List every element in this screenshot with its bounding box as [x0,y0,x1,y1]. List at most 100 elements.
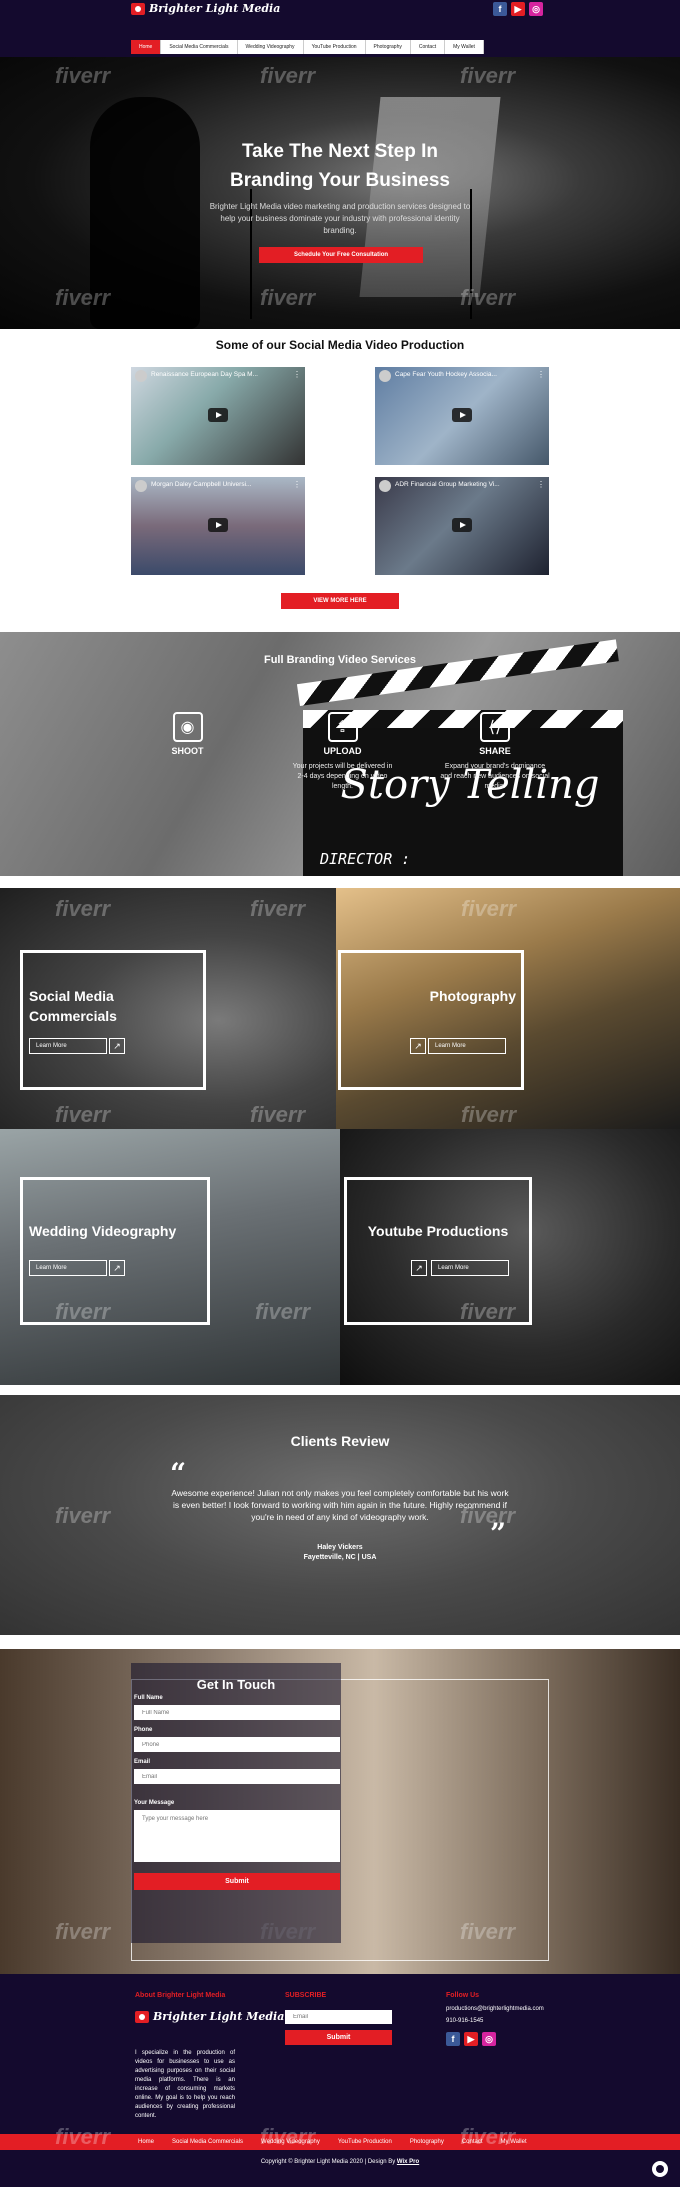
footer-email[interactable]: productions@brighterlightmedia.com [446,2006,544,2012]
reviewer-name-text: Haley Vickers [317,1544,363,1551]
instagram-icon[interactable]: ◎ [529,2,543,16]
message-textarea[interactable] [134,1810,340,1862]
footer-nav-home[interactable]: Home [138,2134,154,2150]
footer-social-links: f ▶ ◎ [446,2032,496,2046]
arrow-icon[interactable]: ↗ [411,1260,427,1276]
nav-photography[interactable]: Photography [366,40,411,54]
brand-name: Brighter Light Media [149,2,281,15]
nav-my-wallet[interactable]: My Wallet [445,40,484,54]
nav-wedding-videography[interactable]: Wedding Videography [238,40,304,54]
footer-nav-wedding-videography[interactable]: Wedding Videography [261,2134,320,2150]
tile-frame [338,950,524,1090]
hero-title-line: Branding Your Business [230,170,450,191]
phone-input[interactable] [134,1737,340,1752]
footer-nav-contact[interactable]: Contact [462,2134,483,2150]
services-title: Full Branding Video Services [263,654,416,666]
schedule-consultation-button[interactable]: Schedule Your Free Consultation [259,247,423,263]
review-text: Awesome experience! Julian not only make… [171,1488,509,1522]
learn-more-button[interactable]: Learn More [29,1260,107,1276]
nav-youtube-production[interactable]: YouTube Production [304,40,366,54]
video-embed[interactable]: Renaissance European Day Spa M... ⋮ [131,367,305,465]
service-shoot: ◉ SHOOT [150,712,225,756]
watermark: fiverr [260,285,316,310]
play-icon[interactable] [452,518,472,532]
subscribe-email-input[interactable] [285,2010,392,2024]
footer-phone[interactable]: 910-916-1545 [446,2018,483,2024]
subscribe-submit-button[interactable]: Submit [285,2030,392,2045]
learn-more-button[interactable]: Learn More [29,1038,107,1054]
hero-title-line: Take The Next Step In [241,141,439,162]
watermark: fiverr [260,63,316,88]
instagram-icon[interactable]: ◎ [482,2032,496,2046]
brand-logo[interactable]: Brighter Light Media [131,2,280,15]
view-more-button[interactable]: VIEW MORE HERE [281,593,399,609]
more-options-icon[interactable]: ⋮ [537,480,545,489]
copyright-text: Copyright © Brighter Light Media 2020 | … [260,2159,396,2165]
upload-icon: ⇪ [327,712,358,742]
more-options-icon[interactable]: ⋮ [293,370,301,379]
brand-name: Brighter Light Media [153,2010,285,2023]
more-options-icon[interactable]: ⋮ [537,370,545,379]
service-name: UPLOAD [323,746,362,756]
review-title: Clients Review [290,1433,390,1449]
services-section: Story Telling DIRECTOR : Full Branding V… [0,632,680,876]
learn-more-button[interactable]: Learn More [431,1260,509,1276]
message-label: Your Message [134,1800,175,1806]
service-tile-social-media[interactable]: fiverr fiverr fiverr fiverr Social Media… [0,888,336,1129]
footer-nav-social-media-commercials[interactable]: Social Media Commercials [172,2134,243,2150]
arrow-icon[interactable]: ↗ [410,1038,426,1054]
film-camera-icon: ◉ [172,712,203,742]
hero-title: Take The Next Step In Branding Your Busi… [200,137,480,195]
video-embed[interactable]: ADR Financial Group Marketing Vi... ⋮ [375,477,549,575]
video-title: Renaissance European Day Spa M... [151,371,258,378]
client-review-section: fiverr fiverr Clients Review “ Awesome e… [0,1395,680,1635]
footer-nav-photography[interactable]: Photography [410,2134,444,2150]
video-embed[interactable]: Morgan Daley Campbell Universi... ⋮ [131,477,305,575]
nav-home[interactable]: Home [131,40,162,54]
service-share: ⟨⟩ SHARE Expand your brand's dominance a… [440,712,550,792]
arrow-icon[interactable]: ↗ [109,1038,125,1054]
service-description: Expand your brand's dominance and reach … [440,763,550,790]
youtube-icon[interactable]: ▶ [511,2,525,16]
tile-title: Social Media Commercials [29,988,117,1024]
youtube-icon[interactable]: ▶ [464,2032,478,2046]
footer-nav-youtube-production[interactable]: YouTube Production [338,2134,392,2150]
clapperboard-director-label: DIRECTOR : [320,850,411,868]
watermark: fiverr [55,896,111,921]
facebook-icon[interactable]: f [493,2,507,16]
video-title: Cape Fear Youth Hockey Associa... [395,371,497,378]
email-label: Email [134,1759,151,1765]
footer-nav-my-wallet[interactable]: My Wallet [501,2134,527,2150]
footer-brand-logo[interactable]: Brighter Light Media [135,2010,284,2023]
videos-title: Some of our Social Media Video Productio… [215,338,465,352]
play-icon[interactable] [208,408,228,422]
service-tile-youtube[interactable]: fiverr Youtube Productions ↗ Learn More [340,1129,680,1385]
footer-nav: Home Social Media Commercials Wedding Vi… [0,2134,680,2150]
contact-section: fiverr fiverr fiverr Get In Touch Full N… [0,1649,680,1974]
designer-link[interactable]: Wix Pro [397,2159,419,2165]
play-icon[interactable] [208,518,228,532]
learn-more-button[interactable]: Learn More [428,1038,506,1054]
service-tile-wedding[interactable]: fiverr fiverr fiverr Wedding Videography… [0,1129,340,1385]
facebook-icon[interactable]: f [446,2032,460,2046]
header-social-links: f ▶ ◎ [493,2,543,16]
site-header: Brighter Light Media f ▶ ◎ Home Social M… [0,0,680,57]
arrow-icon[interactable]: ↗ [109,1260,125,1276]
video-embed[interactable]: Cape Fear Youth Hockey Associa... ⋮ [375,367,549,465]
watermark: fiverr [250,1102,306,1127]
watermark: fiverr [461,896,517,921]
tile-frame [344,1177,532,1325]
tile-title: Youtube Productions [367,1223,509,1239]
play-icon[interactable] [452,408,472,422]
chat-icon[interactable] [652,2161,668,2177]
more-options-icon[interactable]: ⋮ [293,480,301,489]
contact-submit-button[interactable]: Submit [134,1873,340,1890]
service-upload: ⇪ UPLOAD Your projects will be delivered… [290,712,395,792]
watermark: fiverr [55,63,111,88]
email-input[interactable] [134,1769,340,1784]
watermark: fiverr [460,63,516,88]
nav-social-media-commercials[interactable]: Social Media Commercials [161,40,238,54]
nav-contact[interactable]: Contact [411,40,446,54]
service-tile-photography[interactable]: fiverr fiverr Photography ↗ Learn More [336,888,680,1129]
full-name-input[interactable] [134,1705,340,1720]
